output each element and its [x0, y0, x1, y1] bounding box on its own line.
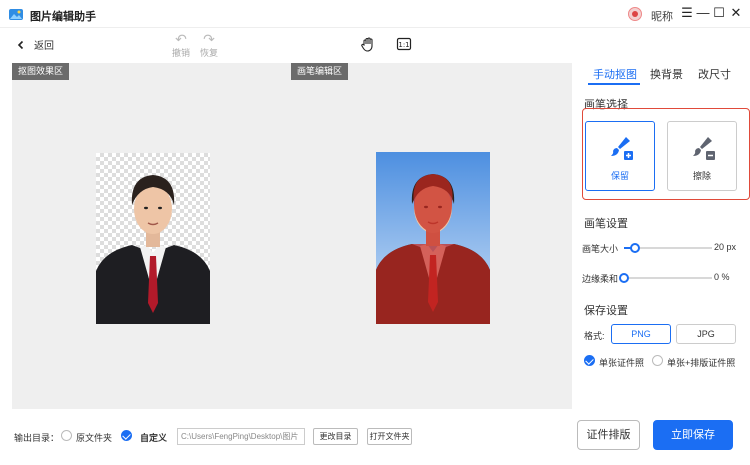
- redo-icon: ↷: [203, 31, 215, 47]
- svg-text:1:1: 1:1: [398, 41, 409, 49]
- brush-size-value: 20 px: [714, 242, 737, 252]
- brush-keep-button[interactable]: 保留: [585, 121, 655, 191]
- edge-soft-value: 0 %: [714, 272, 730, 282]
- brush-keep-label: 保留: [610, 171, 629, 181]
- back-label: 返回: [34, 41, 54, 52]
- right-panel: 手动抠图 换背景 改尺寸 画笔选择 保留 擦除 画笔设置 画笔大小 20 px …: [578, 62, 750, 465]
- toolbar: 返回 ↶ 撤销 ↷ 恢复 1:1: [0, 28, 750, 62]
- app-title: 图片编辑助手: [30, 11, 96, 23]
- undo-label: 撤销: [171, 48, 190, 58]
- maximize-icon[interactable]: ☐: [712, 6, 726, 20]
- result-area-tag: 抠图效果区: [12, 63, 70, 80]
- brush-size-row: 画笔大小 20 px: [582, 241, 750, 255]
- edit-area-tag: 画笔编辑区: [291, 63, 349, 80]
- brush-size-slider[interactable]: [630, 243, 641, 253]
- canvas-area: 抠图效果区 画笔编辑区: [12, 63, 572, 409]
- format-png-button[interactable]: PNG: [611, 324, 671, 344]
- brush-add-icon: [611, 137, 633, 160]
- single-photo-label: 单张证件照: [599, 358, 645, 368]
- user-avatar[interactable]: [628, 7, 642, 21]
- title-bar: 图片编辑助手 昵称 ☰ — ☐ ✕: [0, 0, 750, 28]
- redo-label: 恢复: [199, 48, 218, 58]
- output-dir-label: 输出目录：: [14, 433, 60, 443]
- output-bar: 输出目录： 原文件夹 自定义 C:\Users\FengPing\Desktop…: [0, 418, 578, 458]
- edge-soft-label: 边缘柔和: [582, 274, 619, 284]
- brush-erase-label: 擦除: [692, 171, 711, 181]
- minimize-icon[interactable]: —: [696, 6, 710, 20]
- layout-button[interactable]: 证件排版: [577, 420, 640, 450]
- back-button[interactable]: 返回: [14, 37, 54, 52]
- person-figure: [96, 175, 210, 324]
- single-photo-radio[interactable]: [584, 355, 595, 366]
- save-now-button[interactable]: 立即保存: [653, 420, 733, 450]
- app-logo-icon: [9, 9, 23, 20]
- single-layout-radio[interactable]: [652, 355, 663, 366]
- edge-soft-slider[interactable]: [619, 273, 629, 283]
- chevron-left-icon: [14, 38, 28, 52]
- tab-resize[interactable]: 改尺寸: [698, 66, 731, 82]
- tab-manual-cutout[interactable]: 手动抠图: [593, 66, 637, 82]
- brush-erase-icon: [693, 137, 715, 160]
- original-folder-radio[interactable]: [61, 430, 72, 441]
- brush-select-box: 保留 擦除: [582, 108, 750, 200]
- edit-photo: [376, 152, 490, 324]
- format-jpg-button[interactable]: JPG: [676, 324, 736, 344]
- tab-change-background[interactable]: 换背景: [650, 66, 683, 82]
- custom-dir-label: 自定义: [140, 433, 168, 443]
- custom-dir-radio[interactable]: [121, 430, 132, 441]
- edge-soft-row: 边缘柔和 0 %: [582, 271, 750, 285]
- output-path-input[interactable]: C:\Users\FengPing\Desktop\图片: [177, 428, 305, 445]
- change-dir-button[interactable]: 更改目录: [313, 428, 358, 445]
- menu-icon[interactable]: ☰: [680, 6, 694, 20]
- open-folder-button[interactable]: 打开文件夹: [367, 428, 412, 445]
- close-icon[interactable]: ✕: [729, 6, 743, 20]
- redo-button[interactable]: ↷ 恢复: [197, 32, 221, 59]
- brush-erase-button[interactable]: 擦除: [667, 121, 737, 191]
- undo-button[interactable]: ↶ 撤销: [169, 32, 193, 59]
- nickname[interactable]: 昵称: [651, 8, 673, 24]
- hand-tool-icon[interactable]: [360, 36, 376, 52]
- undo-icon: ↶: [175, 31, 187, 47]
- actual-size-icon[interactable]: 1:1: [396, 36, 412, 52]
- brush-size-label: 画笔大小: [582, 244, 619, 254]
- result-photo: [96, 153, 210, 324]
- active-tab-indicator: [588, 83, 640, 85]
- save-settings-title: 保存设置: [584, 305, 628, 317]
- brush-size-track[interactable]: [624, 243, 712, 253]
- edge-soft-track[interactable]: [619, 273, 712, 283]
- format-label: 格式:: [584, 331, 605, 341]
- tab-bar: 手动抠图 换背景 改尺寸: [578, 62, 750, 85]
- brush-settings-title: 画笔设置: [584, 218, 628, 230]
- original-folder-label: 原文件夹: [76, 433, 113, 443]
- masked-person-figure: [376, 174, 490, 324]
- single-layout-label: 单张+排版证件照: [667, 358, 736, 368]
